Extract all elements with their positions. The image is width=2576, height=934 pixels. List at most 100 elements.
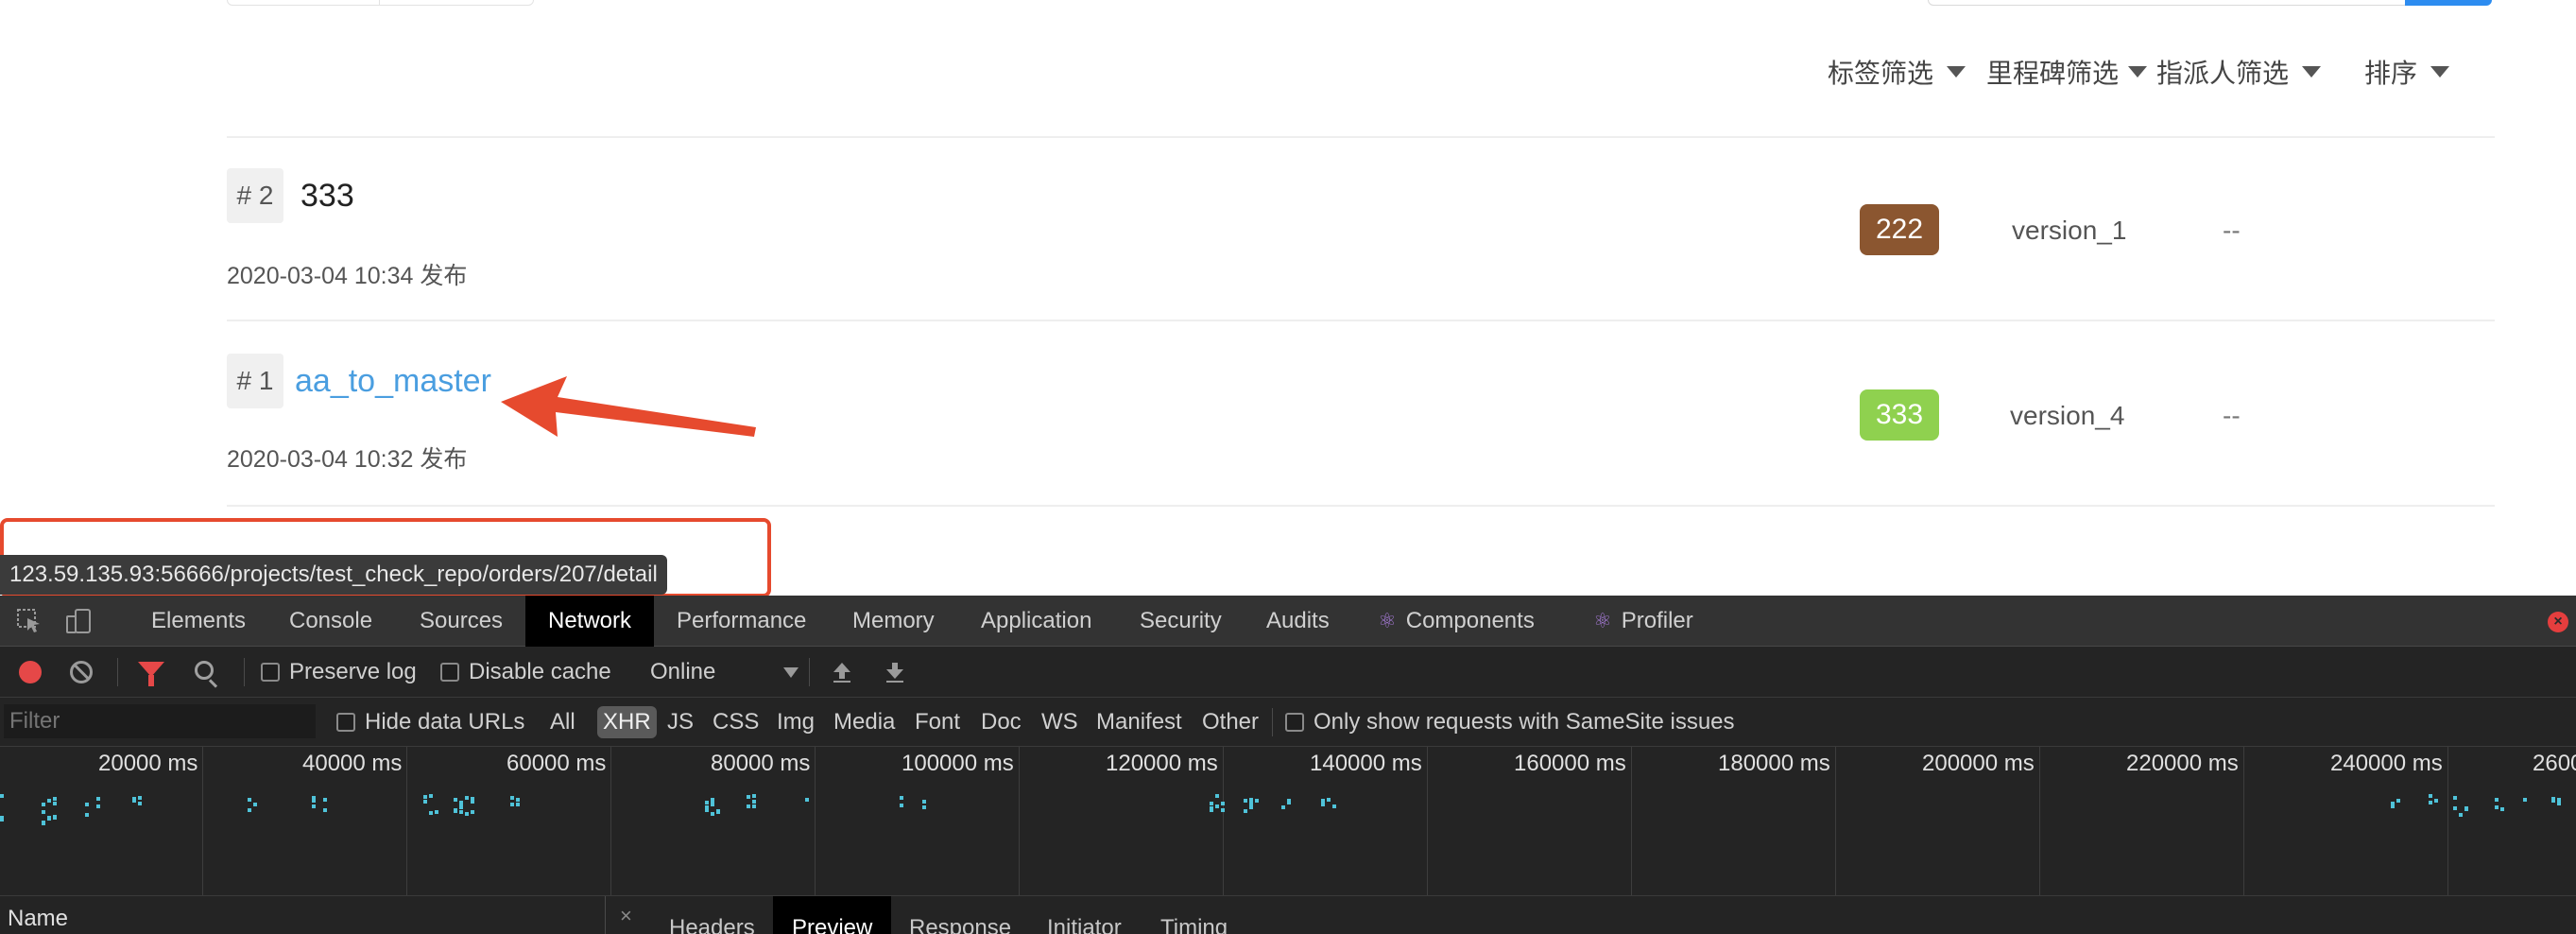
chevron-down-icon: [2430, 66, 2449, 78]
timeline-request-mark: [752, 804, 756, 808]
tab-label: Sources: [420, 608, 503, 634]
tab-timing[interactable]: Timing: [1142, 896, 1246, 934]
timeline-request-mark: [2495, 805, 2499, 809]
timeline-request-mark: [900, 796, 903, 800]
export-har-icon[interactable]: [883, 660, 907, 684]
import-har-icon[interactable]: [830, 660, 854, 684]
timeline-gridline: [1019, 747, 1020, 896]
timeline-request-mark: [516, 798, 520, 802]
timeline-gridline: [1223, 747, 1224, 896]
name-column-header[interactable]: Name: [8, 906, 68, 932]
timeline-gridline: [610, 747, 611, 896]
timeline-request-mark: [1215, 794, 1219, 798]
tab-label: Network: [548, 608, 631, 634]
type-filter-media[interactable]: Media: [830, 706, 899, 738]
clear-icon[interactable]: [70, 661, 93, 683]
timeline-request-mark: [711, 798, 714, 802]
type-filter-js[interactable]: JS: [663, 706, 697, 738]
network-timeline-overview[interactable]: 20000 ms 40000 ms 60000 ms 80000 ms 1000…: [0, 747, 2576, 896]
type-filter-other[interactable]: Other: [1198, 706, 1262, 738]
tab-label: Components: [1406, 608, 1535, 634]
search-button[interactable]: [2405, 0, 2492, 6]
device-toolbar-icon[interactable]: [64, 607, 93, 635]
tab-sources[interactable]: Sources: [397, 596, 525, 647]
close-icon[interactable]: ×: [2548, 612, 2568, 632]
order-title-link[interactable]: aa_to_master: [295, 363, 491, 400]
chevron-down-icon: [1947, 66, 1966, 78]
timeline-request-mark: [42, 810, 45, 814]
tab-audits[interactable]: Audits: [1244, 596, 1352, 647]
tab-response[interactable]: Response: [890, 896, 1030, 934]
search-icon[interactable]: [195, 661, 214, 680]
tab-network[interactable]: Network: [525, 596, 654, 647]
timeline-request-mark: [2434, 799, 2438, 803]
status-url-tooltip: 123.59.135.93:56666/projects/test_check_…: [0, 555, 667, 595]
timeline-request-mark: [705, 801, 709, 804]
type-filter-css[interactable]: CSS: [709, 706, 763, 738]
timeline-gridline: [815, 747, 816, 896]
timeline-gridline: [1631, 747, 1632, 896]
order-title-link[interactable]: 333: [301, 178, 354, 215]
tab-memory[interactable]: Memory: [830, 596, 957, 647]
disable-cache-checkbox[interactable]: Disable cache: [440, 647, 611, 698]
tab-label: Audits: [1266, 608, 1330, 634]
samesite-checkbox[interactable]: Only show requests with SameSite issues: [1285, 698, 1735, 747]
assignee-filter-dropdown[interactable]: 指派人筛选: [2156, 53, 2321, 91]
type-filter-img[interactable]: Img: [773, 706, 818, 738]
pane-splitter[interactable]: [605, 896, 606, 934]
timeline-label: 160000 ms: [1514, 751, 1626, 777]
tab-security[interactable]: Security: [1117, 596, 1245, 647]
timeline-request-mark: [53, 797, 57, 801]
tab-profiler[interactable]: ⚛ Profiler: [1571, 596, 1716, 647]
tab-preview[interactable]: Preview: [773, 896, 891, 934]
hide-data-urls-checkbox[interactable]: Hide data URLs: [336, 698, 524, 747]
tab-performance[interactable]: Performance: [654, 596, 829, 647]
timeline-request-mark: [900, 804, 903, 807]
tab-elements[interactable]: Elements: [129, 596, 268, 647]
timeline-request-mark: [42, 821, 45, 824]
record-icon[interactable]: [19, 661, 42, 683]
tab-label: Headers: [669, 915, 755, 934]
milestone-filter-dropdown[interactable]: 里程碑筛选: [1986, 53, 2147, 91]
throttling-select[interactable]: Online: [650, 647, 799, 698]
timeline-label: 240000 ms: [2330, 751, 2443, 777]
tab-headers[interactable]: Headers: [650, 896, 774, 934]
type-filter-doc[interactable]: Doc: [977, 706, 1025, 738]
inspect-element-icon[interactable]: [15, 607, 43, 635]
network-filterbar: Hide data URLs All XHR JS CSS Img Media …: [0, 698, 2576, 747]
timeline-label: 100000 ms: [902, 751, 1014, 777]
type-filter-font[interactable]: Font: [911, 706, 964, 738]
network-toolbar: Preserve log Disable cache Online: [0, 647, 2576, 698]
search-input[interactable]: [1928, 0, 2410, 6]
disable-cache-label: Disable cache: [469, 659, 611, 685]
timeline-request-mark: [459, 810, 463, 814]
type-filter-xhr[interactable]: XHR: [597, 706, 657, 738]
timeline-gridline: [1427, 747, 1428, 896]
tab-label: Response: [909, 915, 1011, 934]
tab-initiator[interactable]: Initiator: [1028, 896, 1141, 934]
order-milestone: version_4: [2010, 401, 2124, 431]
filter-icon[interactable]: [138, 662, 164, 677]
assignee-filter-label: 指派人筛选: [2156, 53, 2289, 91]
tab-console[interactable]: Console: [266, 596, 395, 647]
annotation-arrow-icon: [501, 369, 765, 463]
type-filter-ws[interactable]: WS: [1038, 706, 1082, 738]
close-icon[interactable]: ×: [620, 904, 632, 928]
timeline-request-mark: [2464, 807, 2468, 811]
type-filter-manifest[interactable]: Manifest: [1092, 706, 1186, 738]
type-filter-all[interactable]: All: [546, 706, 579, 738]
tab-components[interactable]: ⚛ Components: [1355, 596, 1557, 647]
sort-dropdown[interactable]: 排序: [2364, 53, 2449, 91]
top-toggle-group[interactable]: [227, 0, 534, 6]
order-date: 2020-03-04 10:32 发布: [227, 441, 467, 475]
network-filter-input[interactable]: [4, 704, 316, 738]
timeline-request-mark: [465, 796, 469, 800]
preserve-log-checkbox[interactable]: Preserve log: [261, 647, 417, 698]
timeline-request-mark: [423, 800, 427, 804]
label-filter-dropdown[interactable]: 标签筛选: [1828, 53, 1966, 91]
order-number: # 1: [227, 354, 283, 408]
tab-application[interactable]: Application: [958, 596, 1114, 647]
timeline-request-mark: [2453, 796, 2457, 800]
timeline-request-mark: [96, 804, 100, 808]
timeline-request-mark: [248, 798, 251, 802]
